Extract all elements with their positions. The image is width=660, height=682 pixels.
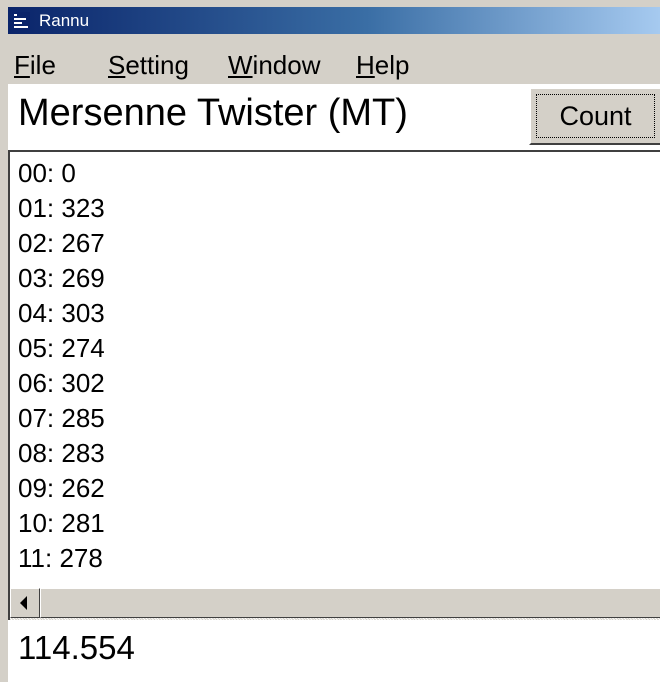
menu-setting-accel: S xyxy=(108,50,126,80)
generator-header: Mersenne Twister (MT) Count xyxy=(8,84,660,150)
list-item[interactable]: 03: 269 xyxy=(18,261,105,295)
list-item[interactable]: 01: 323 xyxy=(18,191,105,225)
menu-file-label: ile xyxy=(29,50,56,80)
window-title: Rannu xyxy=(39,10,90,30)
app-list-icon[interactable] xyxy=(11,11,31,31)
list-item[interactable]: 05: 274 xyxy=(18,331,105,365)
list-item[interactable]: 02: 267 xyxy=(18,226,105,260)
list-item[interactable]: 07: 285 xyxy=(18,401,105,435)
generator-name: Mersenne Twister (MT) xyxy=(18,92,408,134)
menu-window[interactable]: Window xyxy=(228,50,320,80)
menu-file[interactable]: File xyxy=(14,50,56,80)
list-item[interactable]: 09: 262 xyxy=(18,471,105,505)
status-area: 114.554 xyxy=(8,620,660,682)
title-bar[interactable]: Rannu xyxy=(8,7,660,34)
results-list[interactable]: 00: 0 01: 323 02: 267 03: 269 04: 303 05… xyxy=(8,150,660,620)
list-item[interactable]: 08: 283 xyxy=(18,436,105,470)
app-window: Rannu File Setting Window Help Mersenne … xyxy=(0,0,660,682)
focus-rect xyxy=(536,94,655,138)
menu-window-accel: W xyxy=(228,50,253,80)
list-item[interactable]: 06: 302 xyxy=(18,366,105,400)
menu-file-accel: F xyxy=(14,50,30,80)
count-button[interactable]: Count xyxy=(529,87,660,145)
menu-help-label: elp xyxy=(374,50,410,80)
menu-help[interactable]: Help xyxy=(356,50,409,80)
horizontal-scrollbar[interactable] xyxy=(10,588,660,620)
list-item[interactable]: 04: 303 xyxy=(18,296,105,330)
status-value: 114.554 xyxy=(18,629,135,666)
list-item[interactable]: 11: 278 xyxy=(18,541,103,575)
list-item[interactable]: 00: 0 xyxy=(18,156,76,190)
menu-bar: File Setting Window Help xyxy=(8,34,660,84)
scroll-thumb[interactable] xyxy=(40,588,660,618)
menu-setting-label: etting xyxy=(125,50,189,80)
list-item[interactable]: 10: 281 xyxy=(18,506,105,540)
arrow-left-icon xyxy=(20,596,27,610)
menu-help-accel: H xyxy=(356,50,375,80)
scroll-left-button[interactable] xyxy=(10,588,40,618)
menu-setting[interactable]: Setting xyxy=(108,50,189,80)
menu-window-label: indow xyxy=(252,50,321,80)
